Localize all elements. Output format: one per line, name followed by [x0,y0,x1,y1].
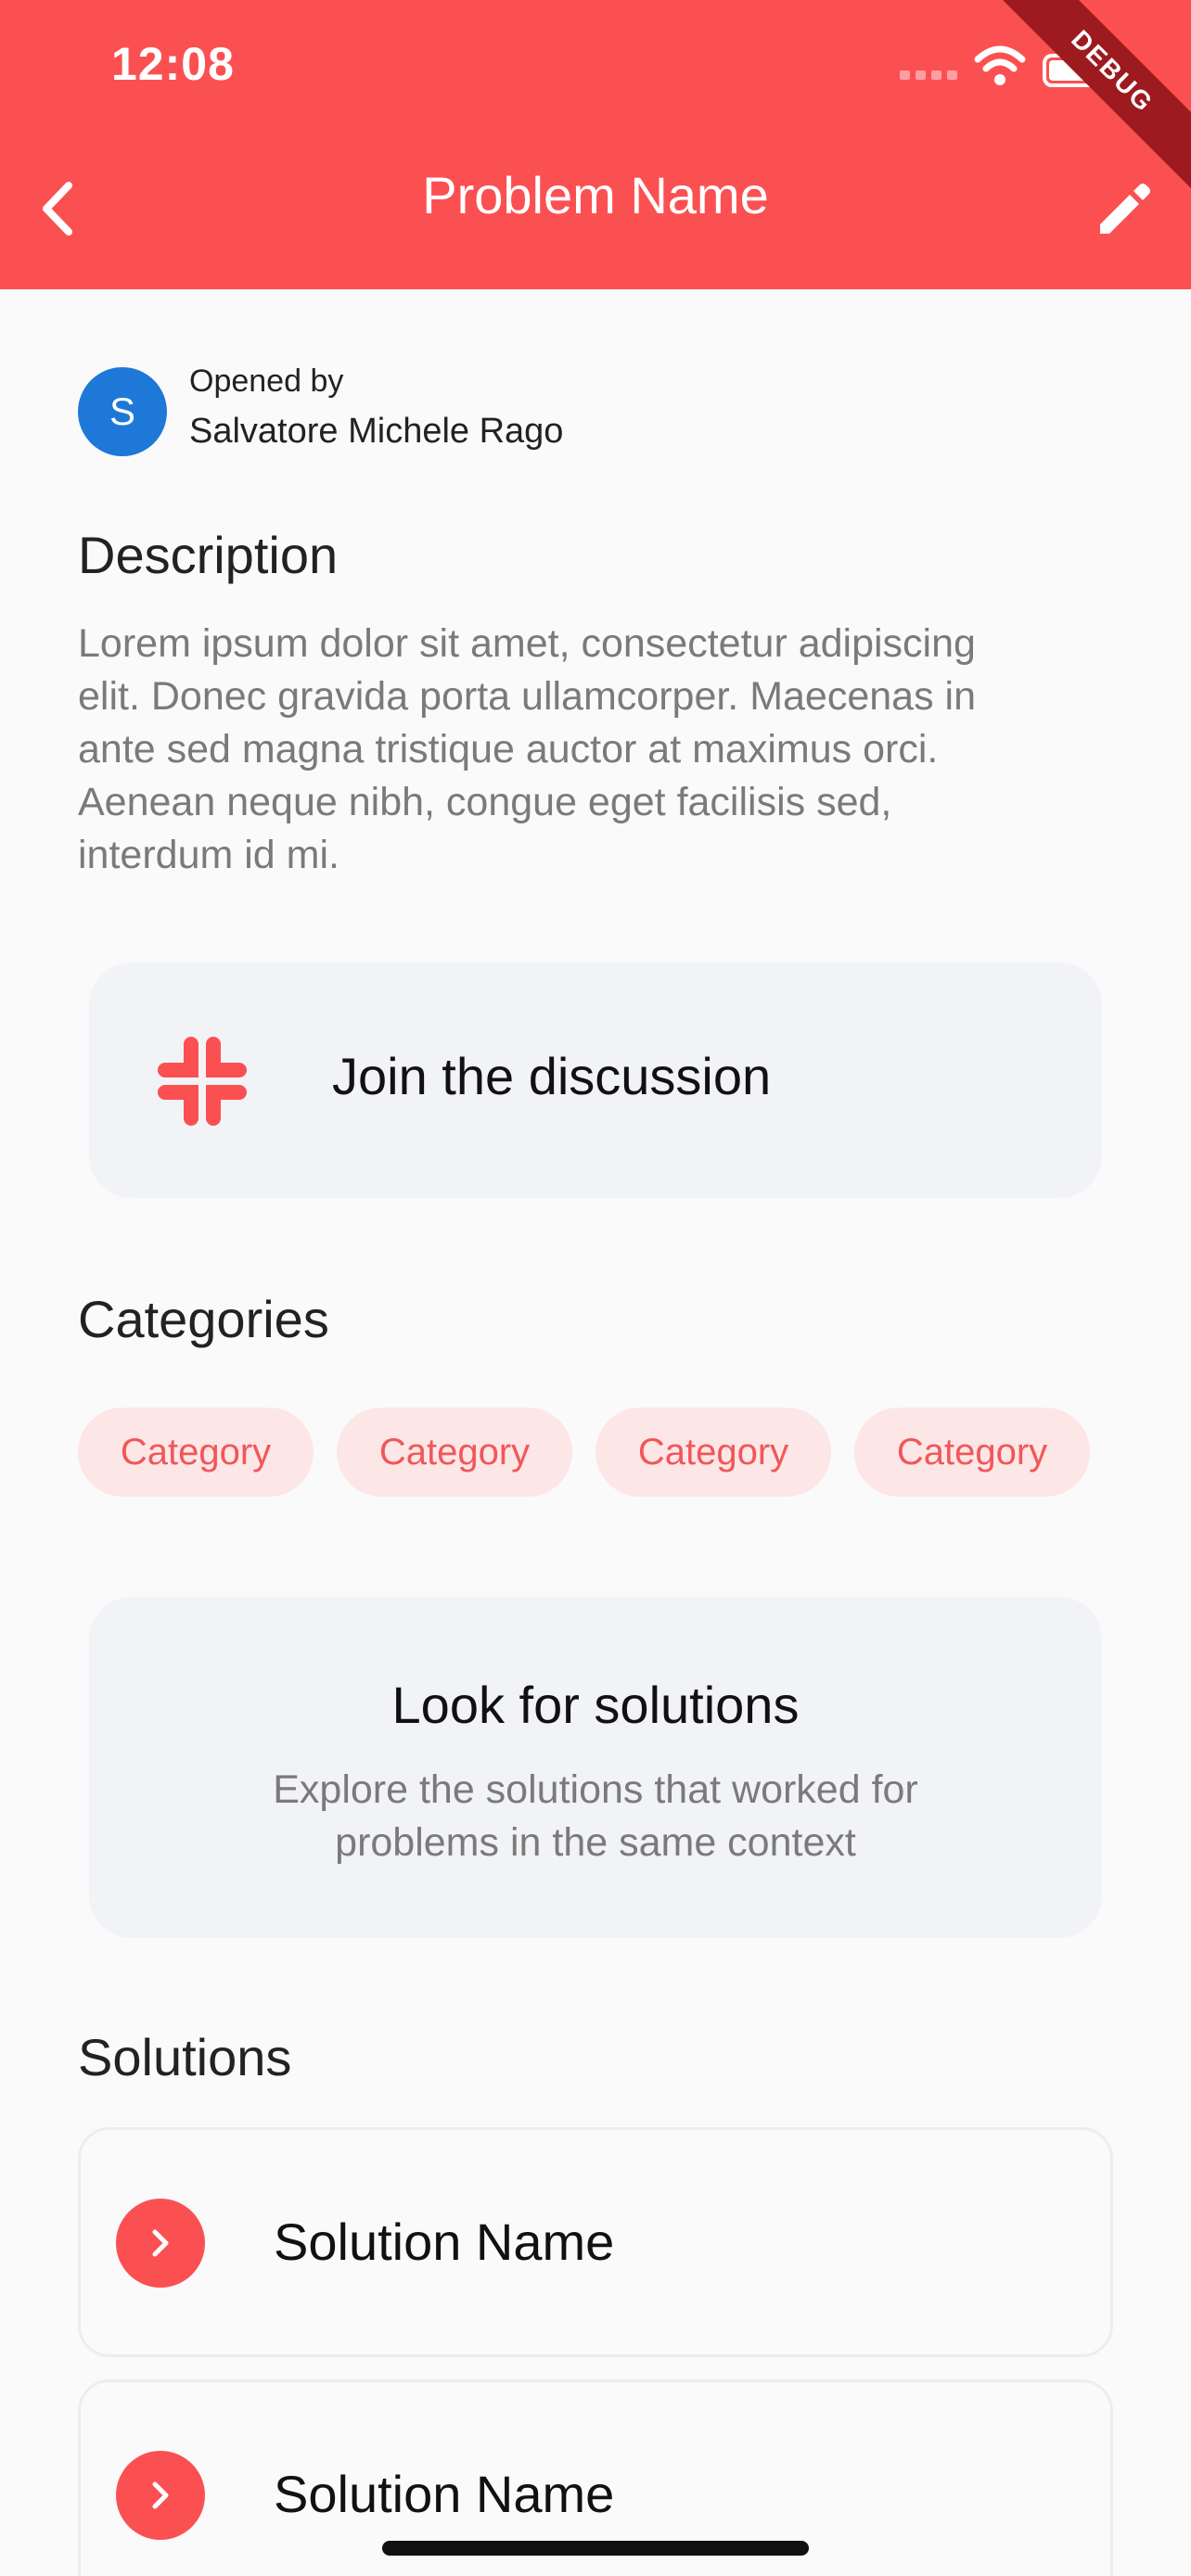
cellular-signal-icon [900,70,959,80]
opened-by-name: Salvatore Michele Rago [189,412,564,451]
look-for-solutions-card[interactable]: Look for solutions Explore the solutions… [89,1597,1102,1938]
category-chip[interactable]: Category [596,1408,831,1497]
description-text: Lorem ipsum dolor sit amet, consectetur … [78,618,1117,882]
description-line: Lorem ipsum dolor sit amet, consectetur … [78,621,976,666]
description-line: ante sed magna tristique auctor at maxim… [78,727,939,772]
app-bar: 12:08 DEBUG Problem Name [0,0,1191,289]
chevron-right-icon [116,2199,205,2288]
category-chip[interactable]: Category [854,1408,1090,1497]
description-line: interdum id mi. [78,833,339,877]
slack-icon [158,1037,247,1126]
category-chip[interactable]: Category [78,1408,314,1497]
look-for-solutions-subtitle: Explore the solutions that worked for pr… [219,1764,972,1869]
description-title: Description [78,526,339,584]
home-indicator[interactable] [382,2541,809,2556]
edit-button[interactable] [1093,176,1156,239]
category-chip[interactable]: Category [337,1408,572,1497]
subtitle-line: Explore the solutions that worked for [273,1767,918,1812]
pencil-icon [1100,184,1150,234]
description-line: Aenean neque nibh, congue eget facilisis… [78,780,892,824]
avatar[interactable]: S [78,367,167,456]
join-discussion-label: Join the discussion [332,1047,772,1105]
solution-name: Solution Name [274,2213,615,2271]
solution-name: Solution Name [274,2465,615,2523]
status-time: 12:08 [111,38,235,90]
description-line: elit. Donec gravida porta ullamcorper. M… [78,674,977,719]
solution-item[interactable]: Solution Name [78,2127,1113,2357]
wifi-icon [974,45,1026,85]
subtitle-line: problems in the same context [335,1820,856,1865]
join-discussion-card[interactable]: Join the discussion [89,963,1102,1198]
look-for-solutions-title: Look for solutions [391,1676,800,1734]
categories-title: Categories [78,1290,329,1348]
solutions-title: Solutions [78,2028,292,2086]
chevron-right-icon [116,2451,205,2540]
page-title: Problem Name [422,166,769,224]
opened-by-label: Opened by [189,363,344,399]
